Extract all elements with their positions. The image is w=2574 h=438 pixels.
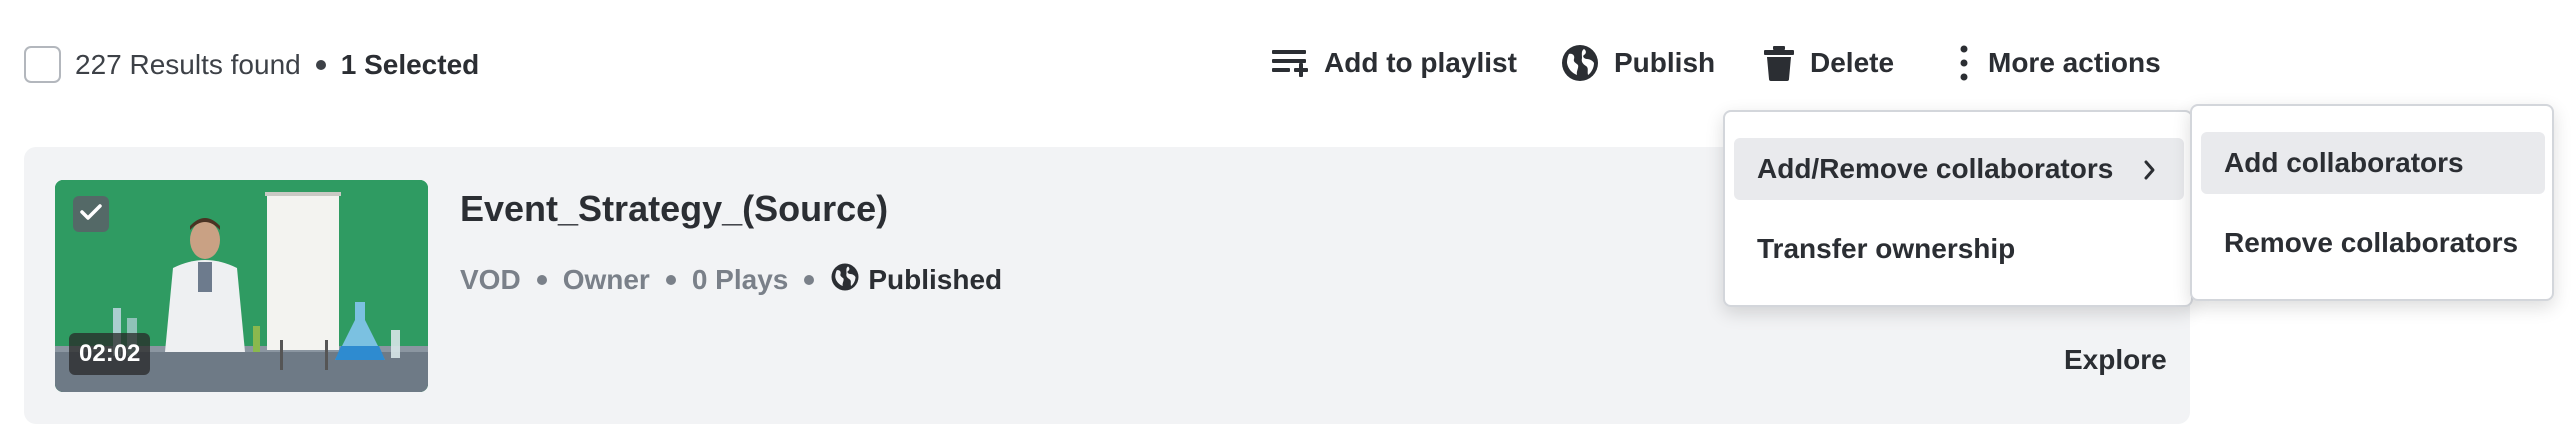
collaborators-submenu: Add collaborators Remove collaborators — [2190, 104, 2554, 301]
video-thumbnail[interactable]: 02:02 — [55, 180, 428, 392]
separator-dot — [804, 275, 815, 285]
menu-item-add-collaborators[interactable]: Add collaborators — [2201, 132, 2545, 194]
asset-title[interactable]: Event_Strategy_(Source) — [460, 187, 888, 231]
separator-dot — [665, 275, 676, 285]
chevron-right-icon — [2142, 157, 2158, 189]
menu-item-label: Remove collaborators — [2224, 227, 2519, 258]
vertical-dots-icon — [1954, 43, 1974, 83]
explore-link[interactable]: Explore — [2064, 344, 2167, 376]
menu-item-label: Add collaborators — [2224, 147, 2464, 178]
delete-button[interactable]: Delete — [1762, 40, 1894, 86]
asset-meta: VOD Owner 0 Plays Published — [460, 262, 1002, 298]
asset-plays: 0 Plays — [691, 264, 789, 295]
results-summary: 227 Results found 1 Selected — [75, 47, 479, 83]
duration-badge: 02:02 — [69, 333, 151, 375]
menu-item-label: Transfer ownership — [1757, 233, 2016, 264]
trash-icon — [1762, 44, 1796, 82]
selected-count: 1 Selected — [340, 49, 480, 80]
publish-button[interactable]: Publish — [1560, 40, 1715, 86]
add-to-playlist-label: Add to playlist — [1324, 47, 1517, 78]
playlist-add-icon — [1270, 45, 1310, 81]
menu-item-add-remove-collaborators[interactable]: Add/Remove collaborators — [1734, 138, 2184, 200]
more-actions-button[interactable]: More actions — [1954, 40, 2161, 86]
menu-item-remove-collaborators[interactable]: Remove collaborators — [2201, 212, 2545, 274]
menu-item-label: Add/Remove collaborators — [1757, 153, 2114, 184]
globe-icon — [1560, 43, 1600, 83]
more-actions-menu: Add/Remove collaborators Transfer owners… — [1723, 110, 2193, 307]
select-all-checkbox[interactable] — [24, 46, 61, 83]
separator-dot — [536, 275, 547, 285]
publish-label: Publish — [1614, 47, 1716, 78]
asset-type: VOD — [460, 264, 521, 295]
menu-item-transfer-ownership[interactable]: Transfer ownership — [1734, 218, 2184, 280]
thumbnail-selected-checkbox[interactable] — [73, 196, 109, 232]
add-to-playlist-button[interactable]: Add to playlist — [1270, 40, 1517, 86]
asset-status: Published — [868, 264, 1003, 295]
separator-dot — [315, 60, 326, 70]
more-actions-label: More actions — [1988, 47, 2161, 78]
delete-label: Delete — [1810, 47, 1895, 78]
results-count: 227 Results found — [75, 49, 301, 80]
asset-role: Owner — [562, 264, 650, 295]
published-globe-icon — [830, 262, 860, 299]
checkmark-icon — [79, 202, 103, 227]
